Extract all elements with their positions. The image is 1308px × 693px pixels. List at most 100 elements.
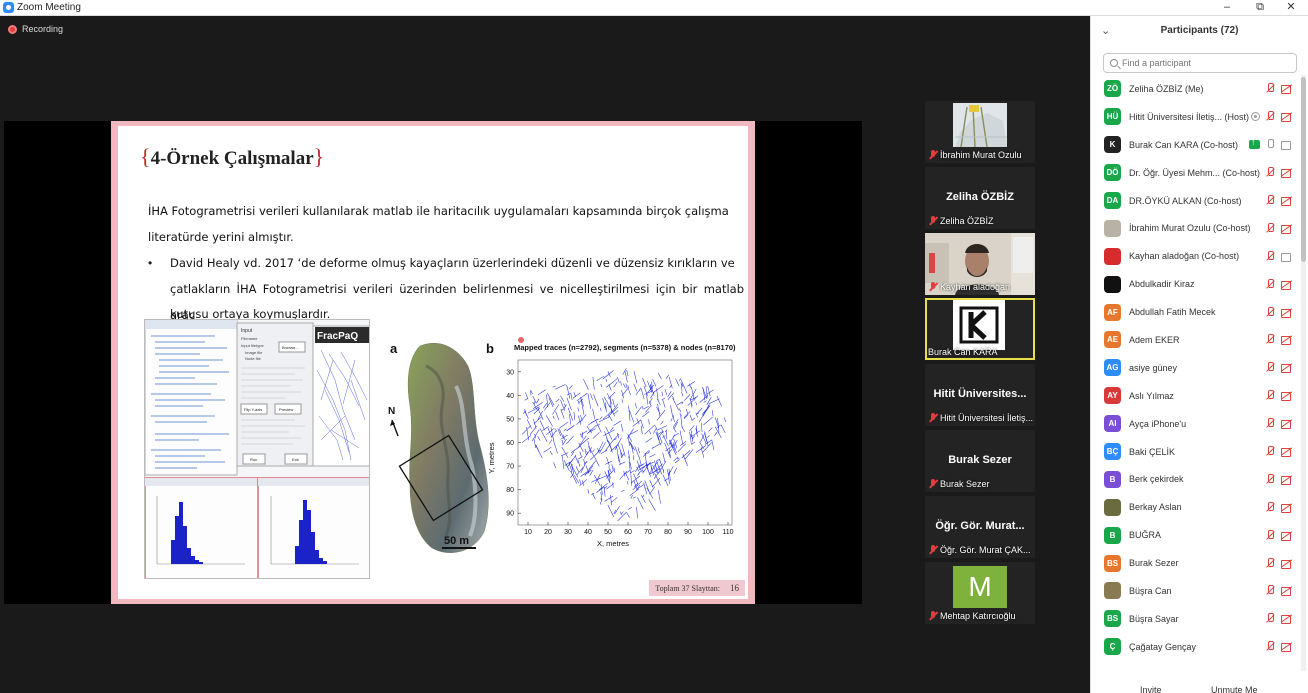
minimize-button[interactable]: – xyxy=(1212,0,1242,16)
participant-row[interactable]: AE Adem EKER xyxy=(1091,326,1299,354)
video-tile[interactable]: M Mehtap Katırcıoğlu xyxy=(925,562,1035,624)
participant-status-icons xyxy=(1260,557,1293,569)
fracture-trace xyxy=(649,430,652,435)
video-tile[interactable]: İbrahim Murat Ozulu xyxy=(925,101,1035,163)
muted-mic-icon[interactable] xyxy=(1265,613,1276,624)
video-off-icon[interactable] xyxy=(1281,168,1293,179)
muted-mic-icon[interactable] xyxy=(1265,222,1276,234)
muted-mic-icon[interactable] xyxy=(1265,529,1276,541)
video-off-icon[interactable] xyxy=(1281,559,1293,569)
muted-mic-icon[interactable] xyxy=(1265,473,1276,485)
search-input[interactable] xyxy=(1122,56,1292,70)
scrollbar-thumb[interactable] xyxy=(1301,77,1306,262)
recording-indicator[interactable]: Recording xyxy=(8,24,63,34)
participant-avatar: AI xyxy=(1104,415,1121,433)
video-tile[interactable]: Öğr. Gör. Murat... Öğr. Gör. Murat ÇAK..… xyxy=(925,496,1035,558)
fracture-trace xyxy=(630,470,635,474)
muted-mic-icon[interactable] xyxy=(1265,418,1276,429)
fracture-trace xyxy=(720,424,726,434)
participant-row[interactable]: DÖ Dr. Öğr. Üyesi Mehm... (Co-host) xyxy=(1091,159,1299,187)
video-off-icon[interactable] xyxy=(1281,614,1293,625)
participant-row[interactable]: K Burak Can KARA (Co-host) xyxy=(1091,131,1299,159)
muted-mic-icon[interactable] xyxy=(1265,195,1276,206)
participant-row[interactable]: Berkay Aslan xyxy=(1091,493,1299,521)
muted-mic-icon[interactable] xyxy=(1265,390,1276,401)
video-off-icon[interactable] xyxy=(1281,447,1293,458)
video-off-icon[interactable] xyxy=(1281,335,1293,346)
fracture-trace xyxy=(633,383,638,392)
video-tile[interactable]: Zeliha ÖZBİZ Zeliha ÖZBİZ xyxy=(925,167,1035,229)
participant-row[interactable]: BS Büşra Sayar xyxy=(1091,605,1299,633)
video-off-icon[interactable] xyxy=(1281,224,1293,234)
muted-mic-icon[interactable] xyxy=(1265,501,1276,513)
video-tile-active-speaker[interactable]: Burak Can KARA xyxy=(925,298,1035,360)
video-camera-icon[interactable] xyxy=(1281,252,1293,262)
fracture-trace xyxy=(631,475,640,484)
close-button[interactable]: ✕ xyxy=(1276,0,1306,16)
participant-row[interactable]: AG asiye güney xyxy=(1091,354,1299,382)
fracture-trace xyxy=(521,435,532,444)
mic-icon[interactable] xyxy=(1265,139,1276,150)
participant-row[interactable]: Büşra Can xyxy=(1091,577,1299,605)
participant-avatar: AF xyxy=(1104,303,1121,321)
fracture-trace xyxy=(672,415,675,422)
video-tile[interactable]: Hitit Üniversites... Hitit Üniversitesi … xyxy=(925,364,1035,426)
muted-mic-icon[interactable] xyxy=(1265,641,1276,652)
participant-row[interactable]: DA DR.ÖYKÜ ALKAN (Co-host) xyxy=(1091,187,1299,215)
video-off-icon[interactable] xyxy=(1281,84,1293,95)
muted-mic-icon[interactable] xyxy=(1265,250,1276,262)
fracture-trace xyxy=(673,438,678,449)
muted-mic-icon[interactable] xyxy=(1265,362,1276,373)
muted-mic-icon[interactable] xyxy=(1265,585,1276,596)
scale-bar-label: 50 m xyxy=(444,535,469,547)
video-off-icon[interactable] xyxy=(1281,391,1293,402)
participant-row[interactable]: HÜ Hitit Üniversitesi İletiş... (Host) xyxy=(1091,103,1299,131)
muted-mic-icon[interactable] xyxy=(1265,111,1276,122)
participant-row[interactable]: Abdulkadir Kiraz xyxy=(1091,270,1299,298)
slide-paragraph-line: literatürde yerini almıştır. xyxy=(148,230,294,244)
muted-mic-icon[interactable] xyxy=(1265,557,1276,569)
participant-row[interactable]: B Berk çekirdek xyxy=(1091,465,1299,493)
participant-row[interactable]: BÇ Baki ÇELİK xyxy=(1091,438,1299,466)
participant-search[interactable] xyxy=(1103,53,1297,73)
participant-row[interactable]: AI Ayça iPhone'u xyxy=(1091,410,1299,438)
video-off-icon[interactable] xyxy=(1281,475,1293,485)
restore-button[interactable]: ⧉ xyxy=(1245,0,1275,16)
video-tile[interactable]: Burak Sezer Burak Sezer xyxy=(925,430,1035,492)
fracpaq-ui-label: Run xyxy=(250,457,257,462)
muted-mic-icon[interactable] xyxy=(1265,306,1276,318)
muted-mic-icon[interactable] xyxy=(1265,83,1276,94)
video-off-icon[interactable] xyxy=(1281,363,1293,374)
video-off-icon[interactable] xyxy=(1281,586,1293,597)
muted-mic-icon[interactable] xyxy=(1265,167,1276,178)
video-camera-icon[interactable] xyxy=(1281,140,1293,151)
participant-row[interactable]: AF Abdullah Fatih Mecek xyxy=(1091,298,1299,326)
video-off-icon[interactable] xyxy=(1281,531,1293,541)
x-tick-label: 30 xyxy=(564,529,572,536)
unmute-me-button[interactable]: Unmute Me xyxy=(1211,684,1258,693)
participant-row[interactable]: ZÖ Zeliha ÖZBİZ (Me) xyxy=(1091,75,1299,103)
participant-row[interactable]: Ç Çağatay Gençay xyxy=(1091,633,1299,661)
invite-button[interactable]: Invite xyxy=(1140,684,1162,693)
scrollbar[interactable] xyxy=(1301,75,1306,671)
fracture-trace xyxy=(555,398,560,403)
participant-row[interactable]: B BUĞRA xyxy=(1091,521,1299,549)
video-off-icon[interactable] xyxy=(1281,308,1293,318)
video-off-icon[interactable] xyxy=(1281,419,1293,430)
fracture-trace xyxy=(658,490,661,504)
muted-mic-icon[interactable] xyxy=(1265,334,1276,345)
video-off-icon[interactable] xyxy=(1281,196,1293,206)
video-off-icon[interactable] xyxy=(1281,112,1293,123)
participant-row[interactable]: İbrahim Murat Ozulu (Co-host) xyxy=(1091,214,1299,242)
software-screenshot-drawing: Input Filename Input filetype Image file… xyxy=(145,320,369,578)
fracture-trace xyxy=(716,395,722,407)
video-off-icon[interactable] xyxy=(1281,642,1293,653)
muted-mic-icon[interactable] xyxy=(1265,278,1276,290)
video-off-icon[interactable] xyxy=(1281,503,1293,513)
video-off-icon[interactable] xyxy=(1281,280,1293,290)
video-tile[interactable]: Kayhan aladoğan xyxy=(925,233,1035,295)
participant-row[interactable]: Kayhan aladoğan (Co-host) xyxy=(1091,242,1299,270)
muted-mic-icon[interactable] xyxy=(1265,446,1276,457)
participant-row[interactable]: AY Aslı Yılmaz xyxy=(1091,382,1299,410)
participant-row[interactable]: BS Burak Sezer xyxy=(1091,549,1299,577)
